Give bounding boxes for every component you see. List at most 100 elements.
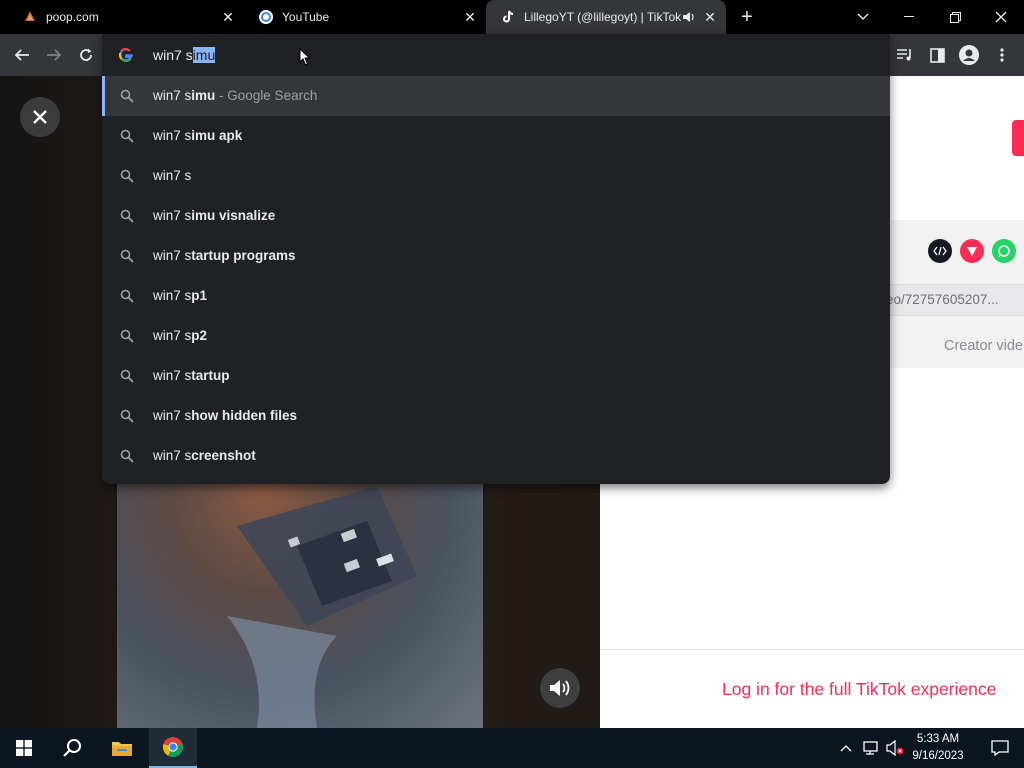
- tab-title: LillegoYT (@lillegoyt) | TikTok: [524, 10, 682, 24]
- search-button[interactable]: [48, 728, 96, 768]
- search-icon: [120, 409, 134, 423]
- tab-close-icon[interactable]: ✕: [702, 9, 718, 25]
- send-to-friends-button[interactable]: [960, 239, 984, 263]
- tab-poop[interactable]: poop.com ✕: [0, 0, 244, 34]
- mouse-pointer-icon: [299, 48, 311, 66]
- suggestion-item[interactable]: win7 show hidden files: [102, 396, 890, 436]
- suggestion-prefix: win7 s: [153, 208, 192, 223]
- tab-search-button[interactable]: [840, 0, 886, 34]
- file-explorer-button[interactable]: [98, 728, 146, 768]
- chrome-taskbar-button[interactable]: [149, 728, 197, 768]
- network-icon: [863, 741, 878, 755]
- side-panel-icon: [929, 47, 945, 63]
- login-banner: Log in for the full TikTok experience: [600, 649, 1024, 728]
- kebab-menu-icon: [1000, 48, 1004, 62]
- suggestion-item[interactable]: win7 startup: [102, 356, 890, 396]
- suggestion-item[interactable]: win7 startup programs: [102, 236, 890, 276]
- suggestion-item[interactable]: win7 screenshot: [102, 436, 890, 476]
- tab-title: poop.com: [46, 10, 99, 24]
- suggestion-prefix: win7 s: [153, 128, 192, 143]
- restore-button[interactable]: [932, 0, 978, 34]
- volume-button[interactable]: [540, 668, 580, 708]
- search-icon: [120, 329, 134, 343]
- video-image: [227, 486, 417, 728]
- close-window-button[interactable]: [978, 0, 1024, 34]
- clock-date: 9/16/2023: [912, 750, 964, 762]
- media-control-button[interactable]: [890, 40, 920, 70]
- screen: poop.com ✕ YouTube ✕ LillegoYT (@lillego…: [0, 0, 1024, 768]
- clock-time: 5:33 AM: [916, 733, 960, 745]
- forward-button[interactable]: [39, 40, 69, 70]
- suggestion-prefix: win7 s: [153, 88, 192, 103]
- notification-icon: [991, 740, 1009, 756]
- suggestion-completion: tartup: [191, 368, 230, 383]
- suggestion-item[interactable]: win7 sp2: [102, 316, 890, 356]
- tab-tiktok[interactable]: LillegoYT (@lillegoyt) | TikTok ✕: [486, 0, 726, 34]
- suggestion-item[interactable]: win7 s: [102, 156, 890, 196]
- suggestion-prefix: win7 s: [153, 168, 192, 183]
- suggestion-item[interactable]: win7 simu - Google Search: [102, 76, 890, 116]
- side-panel-button[interactable]: [922, 40, 952, 70]
- suggestion-item[interactable]: win7 sp1: [102, 276, 890, 316]
- minimize-button[interactable]: [886, 0, 932, 34]
- typed-text: win7 s: [153, 47, 193, 63]
- suggestion-prefix: win7 s: [153, 408, 192, 423]
- speaker-icon[interactable]: [682, 10, 696, 24]
- suggestion-prefix: win7 s: [153, 368, 192, 383]
- suggestion-prefix: win7 s: [153, 288, 192, 303]
- code-icon: [933, 246, 947, 256]
- notification-center-button[interactable]: [976, 728, 1024, 768]
- suggestion-item[interactable]: win7 simu visnalize: [102, 196, 890, 236]
- arrow-left-icon: [14, 49, 29, 61]
- chevron-down-icon: [857, 13, 869, 20]
- address-bar-text[interactable]: win7 simu: [153, 47, 216, 63]
- restore-icon: [949, 11, 961, 23]
- video-frame[interactable]: [117, 466, 483, 728]
- login-link[interactable]: Log in for the full TikTok experience: [722, 679, 996, 700]
- reload-button[interactable]: [71, 40, 101, 70]
- chrome-icon: [162, 737, 183, 758]
- tab-strip: poop.com ✕ YouTube ✕ LillegoYT (@lillego…: [0, 0, 1024, 34]
- menu-button[interactable]: [987, 40, 1017, 70]
- search-icon: [120, 369, 134, 383]
- volume-icon: [550, 680, 570, 696]
- autocomplete-selection: imu: [192, 47, 216, 63]
- whatsapp-icon: [998, 245, 1010, 258]
- folder-icon: [112, 742, 132, 756]
- suggestion-suffix: - Google Search: [215, 88, 318, 103]
- suggestion-completion: imu: [191, 88, 216, 103]
- show-hidden-icons-button[interactable]: [836, 728, 856, 768]
- tab-creator-videos[interactable]: Creator vide: [944, 338, 1023, 354]
- volume-tray-button[interactable]: [884, 728, 906, 768]
- minimize-icon: [904, 16, 914, 17]
- close-video-button[interactable]: [20, 97, 60, 137]
- tab-close-icon[interactable]: ✕: [220, 9, 236, 25]
- google-g-icon: [118, 48, 133, 62]
- profile-button[interactable]: [954, 40, 984, 70]
- network-button[interactable]: [860, 728, 882, 768]
- tab-close-icon[interactable]: ✕: [462, 9, 478, 25]
- tab-youtube[interactable]: YouTube ✕: [236, 0, 486, 34]
- suggestion-text: win7 simu apk: [153, 128, 242, 143]
- embed-button[interactable]: [928, 239, 952, 263]
- whatsapp-share-button[interactable]: [992, 239, 1016, 263]
- close-icon: [995, 11, 1007, 23]
- suggestion-completion: p2: [191, 328, 208, 343]
- search-icon: [120, 289, 134, 303]
- suggestion-text: win7 screenshot: [153, 448, 256, 463]
- address-bar[interactable]: win7 simu: [102, 34, 890, 76]
- suggestion-prefix: win7 s: [153, 448, 192, 463]
- poop-favicon-icon: [25, 11, 35, 21]
- start-button[interactable]: [0, 728, 48, 768]
- suggestion-item[interactable]: win7 simu apk: [102, 116, 890, 156]
- suggestion-completion: tartup programs: [191, 248, 296, 263]
- suggestion-text: win7 s: [153, 168, 191, 183]
- taskbar-clock[interactable]: 5:33 AM 9/16/2023: [905, 731, 971, 765]
- volume-muted-icon: [886, 740, 904, 756]
- back-button[interactable]: [7, 40, 37, 70]
- search-icon: [120, 209, 134, 223]
- suggestion-text: win7 sp2: [153, 328, 207, 343]
- suggestion-text: win7 sp1: [153, 288, 207, 303]
- follow-button[interactable]: [1012, 120, 1024, 156]
- new-tab-button[interactable]: +: [737, 7, 757, 27]
